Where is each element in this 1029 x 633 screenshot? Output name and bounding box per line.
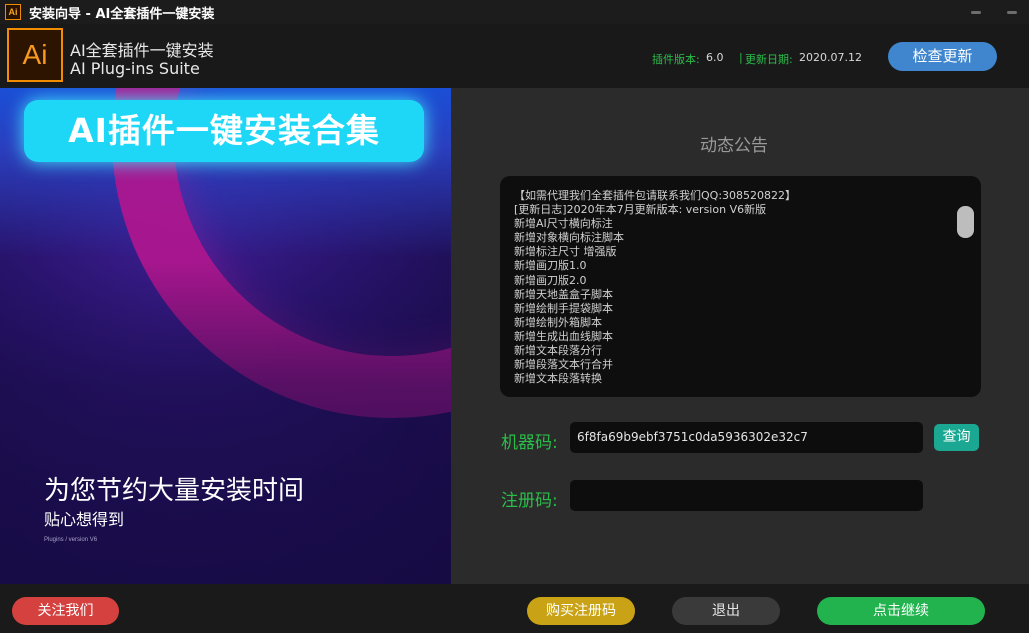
notice-line: 新增天地盖盒子脚本: [514, 287, 613, 301]
close-icon[interactable]: [1005, 5, 1019, 19]
ai-logo: Ai: [7, 28, 63, 82]
banner-headline: AI插件一键安装合集: [24, 100, 424, 162]
notice-title: 动态公告: [700, 136, 768, 156]
footer-bar: 关注我们 购买注册码 退出 点击继续: [0, 584, 1029, 633]
notice-line: 【如需代理我们全套插件包请联系我们QQ:308520822】: [514, 189, 797, 202]
update-date-label: 更新日期:: [745, 53, 793, 66]
window-controls: [969, 0, 1019, 24]
header-separator: |: [739, 51, 743, 64]
machine-code-label: 机器码:: [501, 433, 558, 453]
version-value: 6.0: [706, 51, 724, 64]
product-title-cn: AI全套插件一键安装: [70, 41, 214, 60]
banner-tagline: 为您节约大量安装时间: [44, 476, 305, 506]
notice-line: 新增生成出血线脚本: [514, 329, 613, 343]
notice-line: 新增AI尺寸横向标注: [514, 217, 613, 231]
notice-line: 新增画刀版1.0: [514, 259, 587, 273]
check-update-button[interactable]: 检查更新: [888, 42, 997, 71]
banner-subtagline: 贴心想得到: [44, 510, 125, 529]
app-icon: Ai: [5, 4, 21, 20]
notice-line: 新增对象横向标注脚本: [514, 231, 624, 245]
update-date-value: 2020.07.12: [799, 51, 862, 64]
machine-code-field[interactable]: 6f8fa69b9ebf3751c0da5936302e32c7: [570, 422, 923, 453]
notice-line: 新增段落文本行合并: [514, 358, 613, 372]
version-label: 插件版本:: [652, 53, 700, 66]
title-bar: Ai 安装向导 - AI全套插件一键安装: [0, 0, 1029, 24]
header: Ai AI全套插件一键安装 AI Plug-ins Suite 插件版本: 6.…: [0, 24, 1029, 88]
notice-line: 新增文本段落转换: [514, 372, 602, 386]
notice-line: 新增绘制手提袋脚本: [514, 301, 613, 315]
minimize-icon[interactable]: [969, 5, 983, 19]
notice-scrollbar-thumb[interactable]: [957, 206, 974, 238]
promo-banner: AI插件一键安装合集 为您节约大量安装时间 贴心想得到 Plugins / ve…: [0, 88, 451, 584]
registration-code-label: 注册码:: [501, 491, 558, 511]
window-title: 安装向导 - AI全套插件一键安装: [29, 6, 215, 22]
notice-line: [更新日志]2020年本7月更新版本: version V6新版: [514, 203, 767, 217]
installer-window: Ai 安装向导 - AI全套插件一键安装 Ai AI全套插件一键安装 AI Pl…: [0, 0, 1029, 633]
exit-button[interactable]: 退出: [672, 597, 780, 625]
notice-line: 新增文本段落分行: [514, 344, 602, 358]
product-title-en: AI Plug-ins Suite: [70, 59, 200, 78]
notice-text: 【如需代理我们全套插件包请联系我们QQ:308520822】 [更新日志]2020…: [514, 189, 954, 389]
banner-version-note: Plugins / version V6: [44, 537, 98, 543]
notice-line: 新增标注尺寸 增强版: [514, 245, 617, 259]
notice-line: 新增绘制外箱脚本: [514, 315, 602, 329]
registration-code-input[interactable]: [570, 480, 923, 511]
buy-registration-button[interactable]: 购买注册码: [527, 597, 635, 625]
notice-box[interactable]: 【如需代理我们全套插件包请联系我们QQ:308520822】 [更新日志]2020…: [500, 176, 981, 397]
query-button[interactable]: 查询: [934, 424, 979, 451]
continue-button[interactable]: 点击继续: [817, 597, 985, 625]
follow-us-button[interactable]: 关注我们: [12, 597, 119, 625]
notice-line: 新增画刀版2.0: [514, 273, 587, 287]
